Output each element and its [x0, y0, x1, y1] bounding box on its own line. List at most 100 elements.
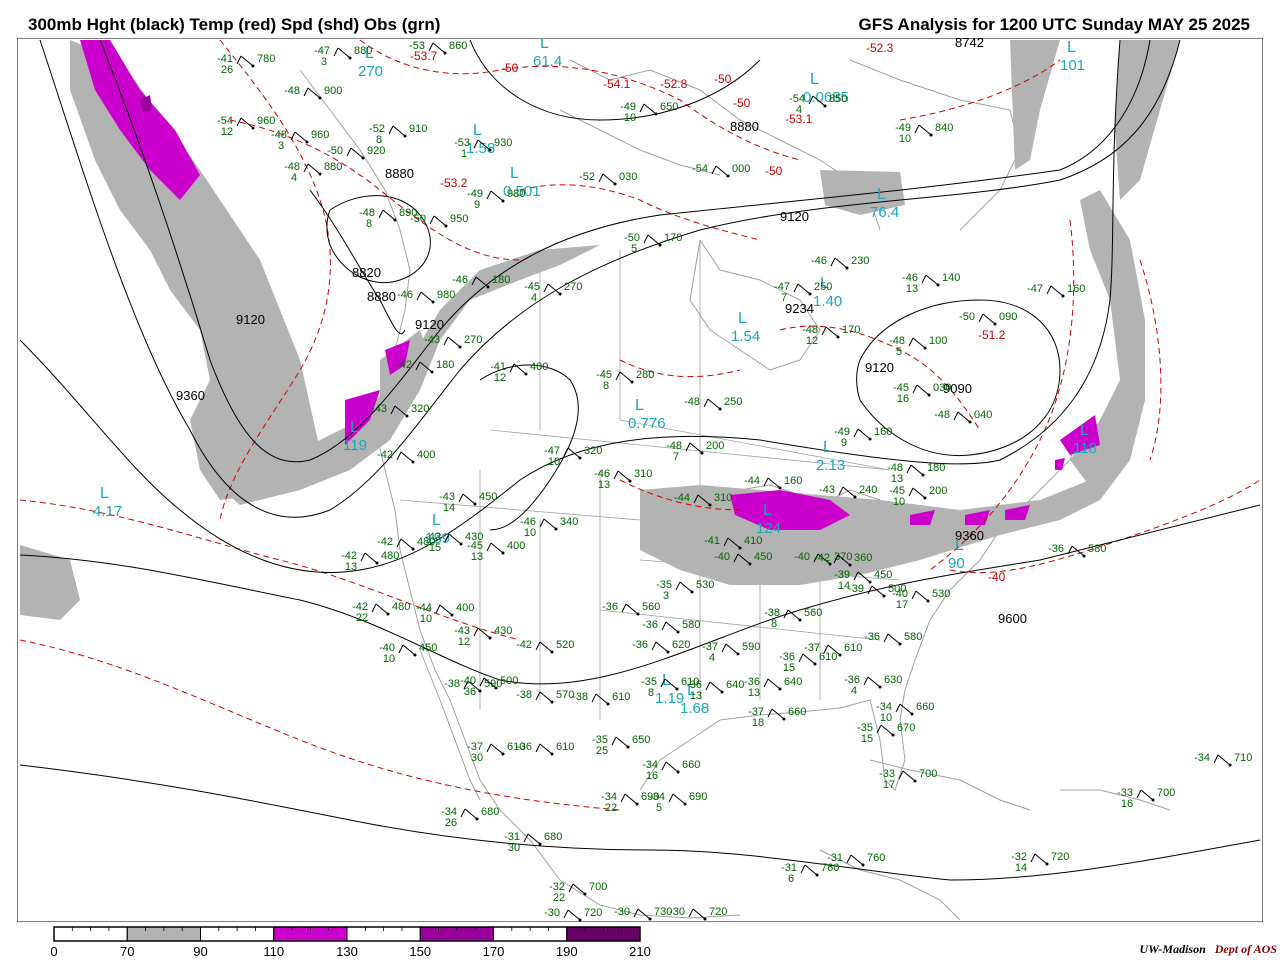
- obs-height: 690: [689, 791, 707, 803]
- station-dot: [475, 817, 479, 821]
- obs-height: 100: [929, 335, 947, 347]
- height-label: 8880: [730, 119, 759, 134]
- height-label: 8742: [955, 38, 984, 50]
- obs-spread: 16: [646, 770, 658, 782]
- station-dot: [700, 451, 704, 455]
- obs-height: 530: [932, 588, 950, 600]
- obs-spread: 8: [771, 618, 777, 630]
- station-dot: [738, 546, 742, 550]
- station-dot: [538, 842, 542, 846]
- obs-height: 030: [619, 171, 637, 183]
- station-dot: [654, 112, 658, 116]
- station-dot: [823, 104, 827, 108]
- station-dot: [690, 590, 694, 594]
- temperature-label: -52.8: [660, 77, 688, 91]
- obs-height: 530: [696, 579, 714, 591]
- obs-height: 310: [714, 492, 732, 504]
- station-dot: [1045, 862, 1049, 866]
- station-dot: [473, 502, 477, 506]
- low-symbol: L: [763, 502, 772, 519]
- obs-height: 560: [642, 601, 660, 613]
- low-symbol: L: [823, 439, 832, 456]
- obs-height: 520: [556, 639, 574, 651]
- obs-height: 610: [612, 691, 630, 703]
- height-label: 9360: [176, 388, 205, 403]
- obs-height: 700: [1157, 787, 1175, 799]
- station-dot: [478, 689, 482, 693]
- station-dot: [636, 612, 640, 616]
- obs-spread: 26: [221, 64, 233, 76]
- obs-spread: 10: [893, 496, 905, 508]
- station-dot: [813, 662, 817, 666]
- obs-spread: 15: [429, 542, 441, 554]
- low-symbol: L: [432, 512, 441, 529]
- legend-tick-label: 0: [50, 944, 57, 957]
- obs-temperature: -52: [579, 171, 595, 183]
- low-symbol: L: [635, 397, 644, 414]
- obs-height: 930: [494, 137, 512, 149]
- station-dot: [444, 224, 448, 228]
- obs-height: 640: [726, 679, 744, 691]
- station-dot: [318, 172, 322, 176]
- low-value: 1.40: [813, 293, 842, 310]
- obs-spread: 7: [673, 451, 679, 463]
- obs-height: 880: [354, 45, 372, 57]
- station-dot: [1151, 798, 1155, 802]
- station-dot: [393, 218, 397, 222]
- obs-height: 850: [829, 93, 847, 105]
- obs-spread: 15: [861, 733, 873, 745]
- station-dot: [558, 292, 562, 296]
- obs-height: 170: [664, 232, 682, 244]
- obs-height: 180: [492, 274, 510, 286]
- temperature-label: -51.2: [978, 328, 1006, 342]
- temperature-label: -50: [501, 61, 519, 75]
- low-value: 90: [948, 555, 965, 572]
- station-dot: [748, 562, 752, 566]
- obs-temperature: -40: [794, 551, 810, 563]
- obs-height: 280: [636, 369, 654, 381]
- station-dot: [676, 770, 680, 774]
- obs-spread: 10: [524, 527, 536, 539]
- credit-dept: Dept of AOS: [1214, 942, 1277, 956]
- station-dot: [403, 134, 407, 138]
- obs-temperature: -43: [371, 403, 387, 415]
- obs-temperature: -50: [410, 213, 426, 225]
- obs-height: 270: [464, 334, 482, 346]
- obs-spread: 6: [788, 873, 794, 885]
- station-dot: [658, 243, 662, 247]
- station-dot: [488, 148, 492, 152]
- obs-spread: 22: [553, 892, 565, 904]
- obs-spread: 22: [605, 802, 617, 814]
- obs-temperature: -43: [424, 334, 440, 346]
- low-value: 4.17: [93, 503, 122, 520]
- station-dot: [606, 702, 610, 706]
- obs-temperature: -50: [959, 311, 975, 323]
- obs-temperature: -36: [516, 741, 532, 753]
- station-dot: [554, 527, 558, 531]
- obs-spread: 17: [883, 779, 895, 791]
- station-dot: [676, 630, 680, 634]
- station-dot: [550, 700, 554, 704]
- obs-spread: 4: [851, 685, 857, 697]
- station-dot: [488, 636, 492, 640]
- obs-spread: 10: [548, 456, 560, 468]
- obs-spread: 16: [897, 393, 909, 405]
- obs-height: 980: [507, 188, 525, 200]
- station-dot: [836, 335, 840, 339]
- obs-height: 310: [634, 468, 652, 480]
- obs-temperature: -48: [934, 409, 950, 421]
- obs-height: 680: [544, 831, 562, 843]
- low-symbol: L: [955, 537, 964, 554]
- obs-spread: 4: [709, 652, 715, 664]
- obs-height: 040: [974, 409, 992, 421]
- obs-height: 700: [919, 768, 937, 780]
- obs-temperature: -38: [572, 691, 588, 703]
- obs-height: 840: [935, 122, 953, 134]
- obs-spread: 8: [366, 218, 372, 230]
- station-dot: [1082, 554, 1086, 558]
- height-label: 9234: [785, 301, 814, 316]
- obs-height: 560: [804, 607, 822, 619]
- obs-spread: 1: [461, 148, 467, 160]
- temperature-label: -50: [714, 72, 732, 86]
- obs-temperature: -46: [811, 255, 827, 267]
